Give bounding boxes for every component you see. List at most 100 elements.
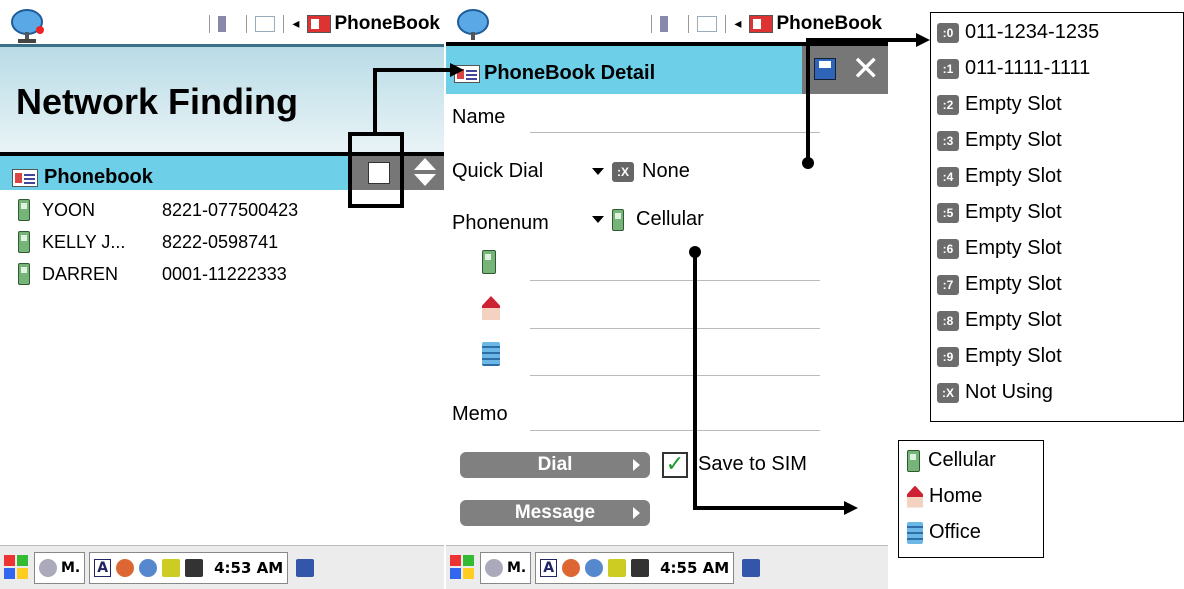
scroll-arrows[interactable]	[414, 158, 436, 188]
slot-label: 011-1111-1111	[965, 57, 1091, 79]
dial-button[interactable]: Dial	[460, 452, 650, 478]
phonenum-label: Phonenum	[452, 212, 549, 234]
separator	[651, 15, 653, 33]
slot-badge-icon: :3	[937, 130, 959, 151]
globe-icon[interactable]	[562, 558, 581, 577]
detail-title: PhoneBook Detail	[454, 62, 655, 85]
message-button[interactable]: Message	[460, 500, 650, 526]
status-bar: ◂ PhoneBook	[0, 0, 444, 44]
clock[interactable]: 4:53 AM	[214, 559, 283, 577]
start-flag-icon[interactable]	[450, 554, 476, 581]
contact-number: 0001-11222333	[162, 263, 287, 284]
quick-dial-dropdown[interactable]: :X None	[592, 160, 690, 183]
save-icon[interactable]	[814, 58, 836, 80]
slot-label: Empty Slot	[965, 309, 1062, 331]
name-field[interactable]	[530, 132, 820, 133]
caret-left-icon[interactable]: ◂	[292, 16, 299, 32]
play-icon	[633, 459, 640, 471]
speaker-icon[interactable]	[660, 16, 681, 32]
phone-type-option[interactable]: Office	[907, 521, 981, 544]
slot-badge-icon: :8	[937, 310, 959, 331]
quick-dial-option[interactable]: :6 Empty Slot	[937, 237, 1062, 260]
quick-dial-option[interactable]: :9 Empty Slot	[937, 345, 1062, 368]
app-title-text: PhoneBook	[776, 13, 882, 34]
list-item[interactable]: DARREN 0001-11222333	[18, 258, 438, 290]
taskbar: M. A 4:53 AM	[0, 545, 444, 589]
office-icon	[907, 521, 923, 544]
cellular-icon	[18, 263, 30, 285]
save-to-sim-label: Save to SIM	[698, 453, 807, 475]
phonebook-icon	[749, 15, 774, 33]
quick-dial-option[interactable]: :X Not Using	[937, 381, 1053, 404]
scroll-up-icon[interactable]	[414, 158, 436, 170]
phone-type-option[interactable]: Cellular	[907, 449, 996, 472]
slot-label: Empty Slot	[965, 165, 1062, 187]
list-item[interactable]: YOON 8221-077500423	[18, 194, 438, 226]
phonenum-type-value: Cellular	[636, 208, 704, 230]
signal-icon[interactable]	[185, 558, 204, 577]
contact-list: YOON 8221-077500423 KELLY J... 8222-0598…	[18, 194, 438, 290]
signal-icon[interactable]	[631, 558, 650, 577]
windows-switch-icon[interactable]	[742, 558, 761, 577]
scroll-down-icon[interactable]	[414, 174, 436, 186]
cellular-icon	[18, 231, 30, 253]
dial-button-label: Dial	[537, 454, 573, 475]
cellular-icon	[18, 199, 30, 221]
detail-title-text: PhoneBook Detail	[484, 62, 656, 84]
quick-dial-option[interactable]: :8 Empty Slot	[937, 309, 1062, 332]
power-plug-icon[interactable]	[608, 558, 627, 577]
quick-dial-option[interactable]: :2 Empty Slot	[937, 93, 1062, 116]
satellite-dish-icon	[11, 9, 44, 43]
network-finding-header: Network Finding	[0, 44, 444, 152]
cellular-icon	[612, 208, 624, 231]
slot-label: Empty Slot	[965, 201, 1062, 223]
app-title: PhoneBook	[307, 13, 440, 35]
taskbar: M. A 4:55 AM	[446, 545, 888, 589]
input-method-icon[interactable]: A	[540, 558, 558, 577]
office-number-field[interactable]	[530, 375, 820, 376]
quick-dial-option[interactable]: :5 Empty Slot	[937, 201, 1062, 224]
globe-icon[interactable]	[116, 558, 135, 577]
home-number-field[interactable]	[530, 328, 820, 329]
taskbar-app-button[interactable]: M.	[34, 551, 86, 584]
start-flag-icon[interactable]	[4, 554, 30, 581]
home-icon	[907, 485, 923, 508]
contact-name: KELLY J...	[42, 231, 126, 252]
dropdown-arrow-icon	[592, 168, 604, 175]
phone-type-label: Home	[929, 485, 983, 507]
list-item[interactable]: KELLY J... 8222-0598741	[18, 226, 438, 258]
quick-dial-option[interactable]: :3 Empty Slot	[937, 129, 1062, 152]
detail-title-bar: PhoneBook Detail ✕	[446, 42, 888, 94]
quick-dial-option[interactable]: :4 Empty Slot	[937, 165, 1062, 188]
memo-field[interactable]	[530, 430, 820, 431]
clock[interactable]: 4:55 AM	[660, 559, 729, 577]
windows-switch-icon[interactable]	[296, 558, 315, 577]
tray: A 4:53 AM	[89, 551, 289, 584]
contact-number: 8222-0598741	[162, 231, 279, 252]
network-icon[interactable]	[139, 558, 158, 577]
close-icon[interactable]: ✕	[852, 52, 881, 86]
phonenum-type-dropdown[interactable]: Cellular	[592, 208, 704, 231]
network-icon[interactable]	[585, 558, 604, 577]
dropdown-arrow-icon	[592, 216, 604, 223]
mail-icon[interactable]	[255, 16, 276, 32]
cellular-number-field[interactable]	[530, 280, 820, 281]
phonebook-bar: Phonebook	[0, 152, 444, 190]
slot-badge-icon: :2	[937, 94, 959, 115]
app-title: PhoneBook	[749, 13, 882, 35]
mail-icon[interactable]	[697, 16, 718, 32]
speaker-icon[interactable]	[218, 16, 239, 32]
quick-dial-value: None	[642, 160, 690, 182]
quick-dial-option[interactable]: :7 Empty Slot	[937, 273, 1062, 296]
input-method-icon[interactable]: A	[94, 558, 112, 577]
contact-detail-icon[interactable]	[368, 162, 390, 184]
quick-dial-option[interactable]: :0 011-1234-1235	[937, 21, 1099, 44]
phone-type-option[interactable]: Home	[907, 485, 982, 508]
save-to-sim-checkbox[interactable]: ✓	[662, 452, 688, 478]
satellite-dish-icon	[457, 9, 489, 40]
taskbar-app-button[interactable]: M.	[480, 551, 532, 584]
power-plug-icon[interactable]	[162, 558, 181, 577]
caret-left-icon[interactable]: ◂	[734, 16, 741, 32]
quick-dial-option[interactable]: :1 011-1111-1111	[937, 57, 1090, 80]
arrowhead-icon	[916, 33, 930, 47]
